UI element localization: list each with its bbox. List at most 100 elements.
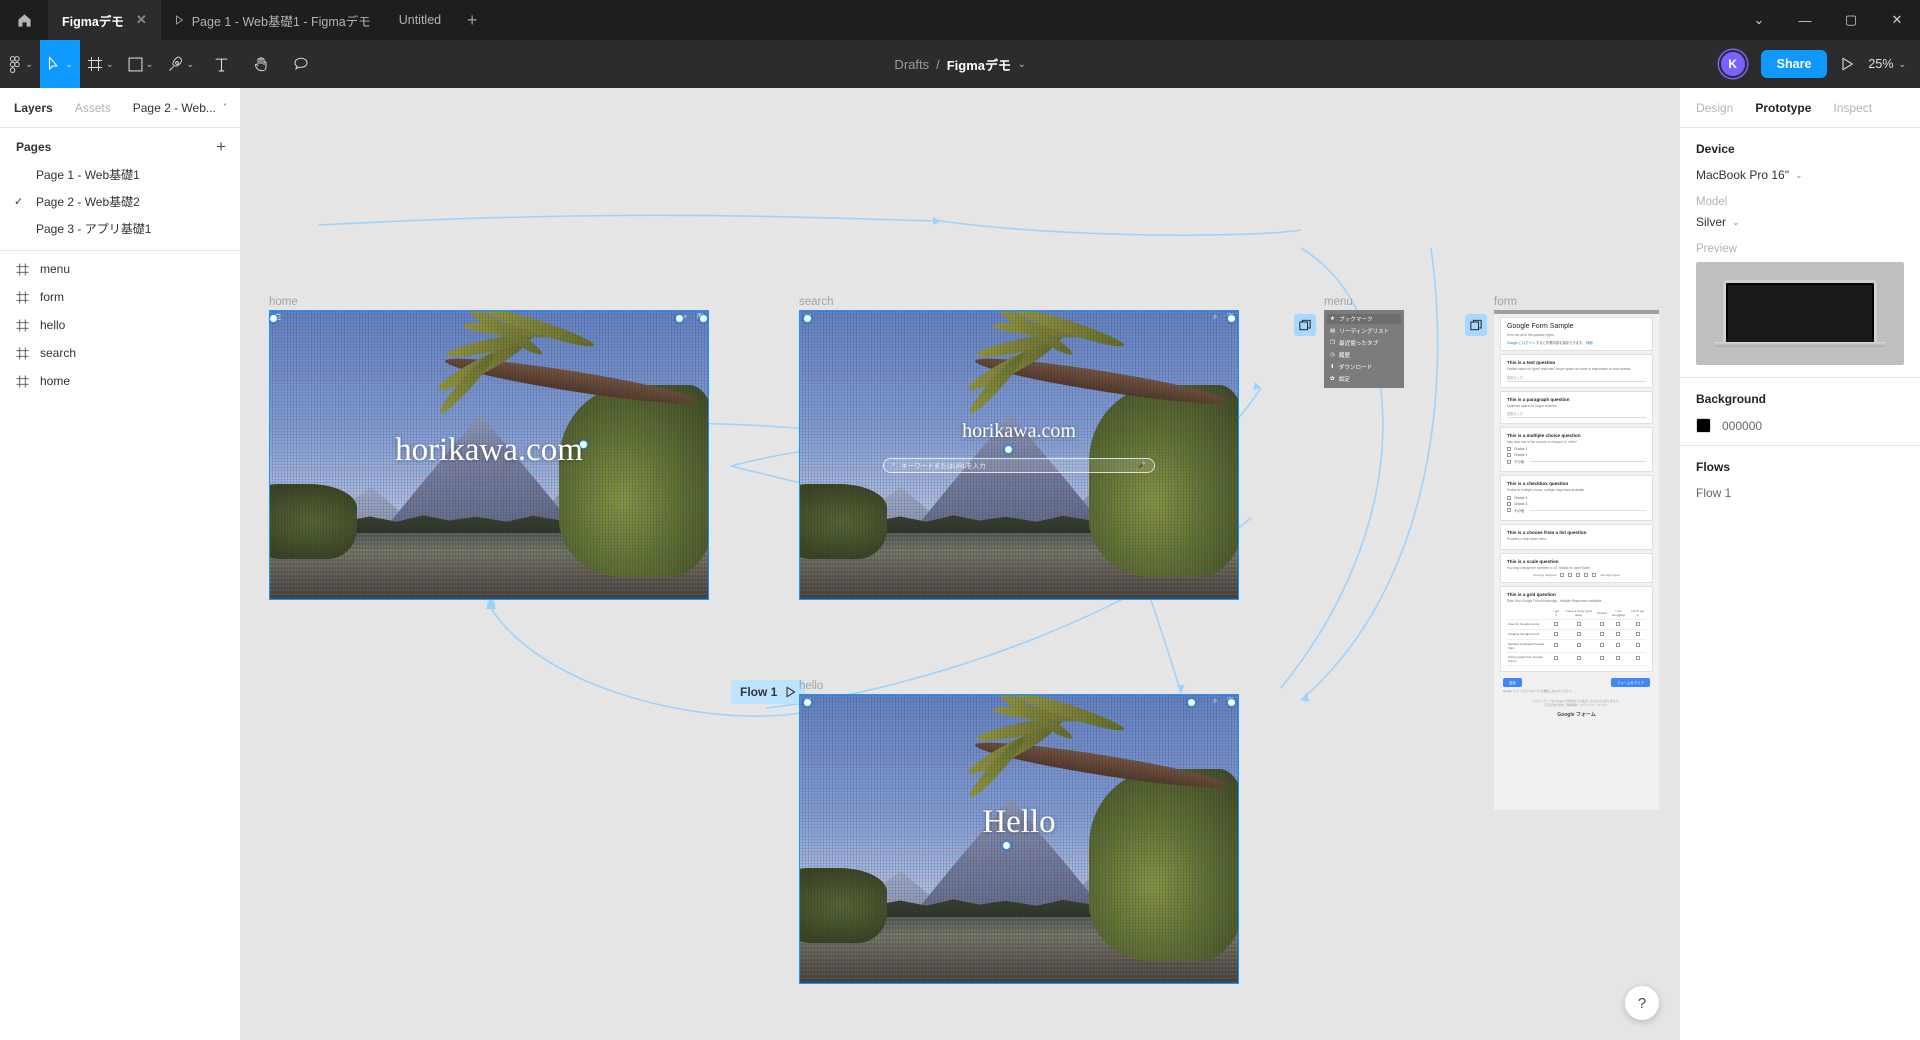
- frame-menu[interactable]: ★ ブックマーク ▤ リーディングリスト ❐ 最近使ったタブ ◷ 履歴 ⬇ ダウ…: [1324, 310, 1404, 388]
- layer-item-hello[interactable]: hello: [0, 311, 240, 339]
- connector-dot[interactable]: [1002, 841, 1011, 850]
- connector-dot[interactable]: [803, 314, 812, 323]
- connector-dot[interactable]: [675, 314, 684, 323]
- tab-inspect[interactable]: Inspect: [1833, 101, 1872, 115]
- frame-search[interactable]: ☰ ⌕ ⇱ horikawa.com ⌕ キーワードまたはURLを入力 🎤: [799, 310, 1239, 600]
- grid-cell[interactable]: [1607, 619, 1630, 630]
- new-tab-button[interactable]: +: [455, 0, 489, 40]
- grid-cell[interactable]: [1596, 629, 1608, 640]
- tab-page1[interactable]: Page 1 - Web基礎1 - Figmaデモ: [161, 0, 385, 40]
- grid-cell[interactable]: [1596, 619, 1608, 630]
- radio-option[interactable]: その他: [1507, 459, 1646, 464]
- hello-title[interactable]: Hello: [799, 804, 1239, 841]
- connector-dot[interactable]: [1187, 698, 1196, 707]
- search-icon[interactable]: ⌕: [1213, 312, 1217, 322]
- text-tool[interactable]: [201, 40, 241, 88]
- grid-cell[interactable]: [1629, 619, 1646, 630]
- tab-untitled[interactable]: Untitled: [385, 0, 455, 40]
- form-footer-links[interactable]: 不正行為の報告 - 利用規約 - プライバシー ポリシー: [1494, 703, 1659, 707]
- zoom-control[interactable]: 25% ⌄: [1868, 57, 1906, 71]
- tab-design[interactable]: Design: [1696, 101, 1733, 115]
- grid-cell[interactable]: [1561, 652, 1597, 666]
- background-hex-value[interactable]: 000000: [1722, 419, 1762, 433]
- device-select[interactable]: MacBook Pro 16" ⌄: [1696, 168, 1904, 182]
- frame-tool[interactable]: ⌄: [80, 40, 121, 88]
- signin-link[interactable]: Google にログイン: [1507, 341, 1535, 345]
- scale-box[interactable]: [1560, 573, 1565, 578]
- flow-start-pin-form[interactable]: [1465, 314, 1487, 336]
- close-window-icon[interactable]: ✕: [1874, 0, 1920, 40]
- menu-item-downloads[interactable]: ⬇ ダウンロード: [1327, 362, 1401, 372]
- grid-cell[interactable]: [1596, 639, 1608, 653]
- grid-cell[interactable]: [1629, 629, 1646, 640]
- chevron-down-icon[interactable]: ⌄: [1018, 59, 1026, 70]
- grid-cell[interactable]: [1551, 639, 1562, 653]
- checkbox-option[interactable]: Choice 1: [1507, 495, 1646, 500]
- grid-cell[interactable]: [1629, 639, 1646, 653]
- breadcrumb-project[interactable]: Drafts: [894, 57, 929, 72]
- grid-cell[interactable]: [1561, 619, 1597, 630]
- color-swatch[interactable]: [1696, 418, 1711, 433]
- flow-list-item[interactable]: Flow 1: [1696, 486, 1904, 500]
- home-button[interactable]: [0, 0, 48, 40]
- layer-item-search[interactable]: search: [0, 339, 240, 367]
- layer-item-form[interactable]: form: [0, 283, 240, 311]
- connector-dot[interactable]: [1227, 698, 1236, 707]
- shape-tool[interactable]: ⌄: [121, 40, 161, 88]
- tab-assets[interactable]: Assets: [75, 101, 111, 115]
- layer-item-home[interactable]: home: [0, 367, 240, 395]
- search-icon[interactable]: ⌕: [1213, 696, 1217, 706]
- frame-hello[interactable]: ☰ ⌕ ⇱ Hello: [799, 694, 1239, 984]
- checkbox-option[interactable]: その他: [1507, 508, 1646, 513]
- figma-menu-button[interactable]: ⌄: [0, 40, 40, 88]
- close-icon[interactable]: ✕: [136, 12, 147, 28]
- layer-item-menu[interactable]: menu: [0, 255, 240, 283]
- page-selector[interactable]: Page 2 - Web... ⌃: [133, 101, 226, 115]
- breadcrumb-file-name[interactable]: Figmaデモ: [947, 55, 1011, 74]
- comment-tool[interactable]: [281, 40, 321, 88]
- present-play-icon[interactable]: [1841, 57, 1854, 71]
- grid-cell[interactable]: [1607, 639, 1630, 653]
- background-color-row[interactable]: 000000: [1696, 418, 1904, 433]
- avatar[interactable]: K: [1718, 50, 1747, 78]
- connector-dot[interactable]: [1227, 314, 1236, 323]
- tab-figma-demo[interactable]: Figmaデモ ✕: [48, 0, 161, 40]
- flow-badge[interactable]: Flow 1: [731, 680, 806, 704]
- connector-dot[interactable]: [579, 440, 588, 449]
- design-canvas[interactable]: home ☰ ⌕ ⇱: [241, 88, 1679, 1040]
- menu-item-settings[interactable]: ✿ 設定: [1327, 374, 1401, 384]
- radio-option[interactable]: Choice 1: [1507, 447, 1646, 452]
- window-menu-icon[interactable]: ⌄: [1736, 0, 1782, 40]
- flow-start-pin-menu[interactable]: [1294, 314, 1316, 336]
- checkbox-option[interactable]: Choice 2: [1507, 501, 1646, 506]
- frame-home[interactable]: ☰ ⌕ ⇱ horikawa.com: [269, 310, 709, 600]
- connector-dot[interactable]: [1004, 445, 1013, 454]
- frame-label-home[interactable]: home: [269, 296, 298, 308]
- grid-cell[interactable]: [1596, 652, 1608, 666]
- frame-label-search[interactable]: search: [799, 296, 834, 308]
- frame-label-hello[interactable]: hello: [799, 680, 823, 692]
- frame-form[interactable]: Google Form Sample Here are all of the q…: [1494, 310, 1659, 810]
- play-icon[interactable]: [785, 686, 796, 698]
- signin-more-link[interactable]: 詳細: [1586, 341, 1593, 345]
- scale-box[interactable]: [1584, 573, 1589, 578]
- microphone-icon[interactable]: 🎤: [1138, 461, 1146, 469]
- grid-cell[interactable]: [1607, 629, 1630, 640]
- grid-cell[interactable]: [1551, 629, 1562, 640]
- clear-form-button[interactable]: フォームをクリア: [1610, 677, 1650, 687]
- question-input[interactable]: 回答を入力: [1507, 411, 1646, 418]
- home-title[interactable]: horikawa.com: [269, 432, 709, 469]
- minimize-icon[interactable]: —: [1782, 0, 1828, 40]
- move-tool[interactable]: ⌄: [40, 40, 80, 88]
- grid-cell[interactable]: [1607, 652, 1630, 666]
- search-input[interactable]: ⌕ キーワードまたはURLを入力 🎤: [882, 457, 1156, 473]
- grid-cell[interactable]: [1561, 639, 1597, 653]
- menu-item-history[interactable]: ◷ 履歴: [1327, 350, 1401, 360]
- scale-box[interactable]: [1592, 573, 1597, 578]
- model-select[interactable]: Silver ⌄: [1696, 215, 1904, 229]
- menu-item-recent-tabs[interactable]: ❐ 最近使ったタブ: [1327, 338, 1401, 348]
- connector-dot[interactable]: [699, 314, 708, 323]
- frame-label-menu[interactable]: menu: [1324, 296, 1353, 308]
- menu-item-bookmarks[interactable]: ★ ブックマーク: [1327, 314, 1401, 324]
- connector-dot[interactable]: [803, 698, 812, 707]
